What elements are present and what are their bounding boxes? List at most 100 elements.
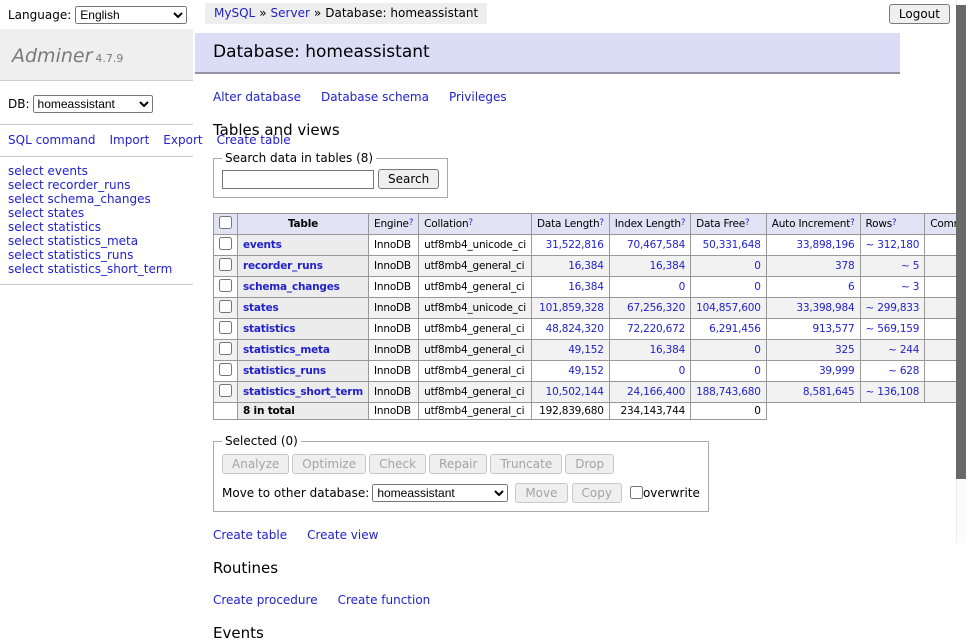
breadcrumb-separator: » xyxy=(259,6,266,20)
sidebar-select-statistics[interactable]: select statistics xyxy=(8,220,185,234)
link-create-view[interactable]: Create view xyxy=(307,528,378,542)
help-link[interactable]: ? xyxy=(599,218,603,228)
repair-button[interactable]: Repair xyxy=(429,454,487,474)
row-checkbox[interactable] xyxy=(219,279,232,292)
row-checkbox[interactable] xyxy=(219,300,232,313)
row-checkbox[interactable] xyxy=(219,363,232,376)
table-link-statistics_short_term[interactable]: statistics_short_term xyxy=(243,386,363,398)
table-name-cell: schema_changes xyxy=(238,277,369,298)
table-row: statesInnoDButf8mb4_unicode_ci101,859,32… xyxy=(214,298,966,319)
data-free-cell: 0 xyxy=(691,361,767,382)
scrollbar-thumb[interactable] xyxy=(956,5,966,479)
logout-button[interactable]: Logout xyxy=(889,4,950,24)
table-link-schema_changes[interactable]: schema_changes xyxy=(243,281,340,293)
link-database-schema[interactable]: Database schema xyxy=(321,90,429,104)
check-button[interactable]: Check xyxy=(369,454,426,474)
row-checkbox-cell xyxy=(214,277,238,298)
copy-button[interactable]: Copy xyxy=(572,483,622,503)
data-length-cell: 31,522,816 xyxy=(532,235,610,256)
rows-cell: ~ 299,833 xyxy=(860,298,925,319)
sidebar-select-schema_changes[interactable]: select schema_changes xyxy=(8,192,185,206)
collation-cell: utf8mb4_unicode_ci xyxy=(419,235,532,256)
total-empty-cell xyxy=(214,403,238,420)
optimize-button[interactable]: Optimize xyxy=(292,454,366,474)
overwrite-checkbox[interactable] xyxy=(630,486,643,499)
rows-cell: ~ 5 xyxy=(860,256,925,277)
sidebar-select-statistics_short_term[interactable]: select statistics_short_term xyxy=(8,262,185,276)
sidebar-select-statistics_runs[interactable]: select statistics_runs xyxy=(8,248,185,262)
row-checkbox[interactable] xyxy=(219,342,232,355)
auto-increment-cell: 33,898,196 xyxy=(766,235,860,256)
rows-cell: ~ 136,108 xyxy=(860,382,925,403)
sidebar-select-states[interactable]: select states xyxy=(8,206,185,220)
search-input[interactable] xyxy=(222,170,374,189)
link-alter-database[interactable]: Alter database xyxy=(213,90,301,104)
table-link-states[interactable]: states xyxy=(243,302,279,314)
link-create-table[interactable]: Create table xyxy=(213,528,287,542)
column-header-rows: Rows? xyxy=(860,214,925,235)
selected-fieldset: Selected (0) AnalyzeOptimizeCheckRepairT… xyxy=(213,434,709,512)
data-free-cell: 50,331,648 xyxy=(691,235,767,256)
search-button[interactable]: Search xyxy=(378,169,439,189)
scrollbar-track[interactable] xyxy=(956,0,966,543)
sidebar-action-import[interactable]: Import xyxy=(109,133,149,147)
total-engine-cell: InnoDB xyxy=(369,403,419,420)
table-row: schema_changesInnoDButf8mb4_general_ci16… xyxy=(214,277,966,298)
routines-heading: Routines xyxy=(213,559,900,577)
row-checkbox[interactable] xyxy=(219,384,232,397)
total-label-cell: 8 in total xyxy=(238,403,369,420)
rows-cell: ~ 628 xyxy=(860,361,925,382)
table-link-statistics[interactable]: statistics xyxy=(243,323,295,335)
link-privileges[interactable]: Privileges xyxy=(449,90,507,104)
data-free-cell: 6,291,456 xyxy=(691,319,767,340)
sidebar-select-statistics_meta[interactable]: select statistics_meta xyxy=(8,234,185,248)
analyze-button[interactable]: Analyze xyxy=(222,454,289,474)
page-title: Database: homeassistant xyxy=(195,33,900,74)
row-checkbox[interactable] xyxy=(219,237,232,250)
table-link-statistics_meta[interactable]: statistics_meta xyxy=(243,344,330,356)
select-all-checkbox[interactable] xyxy=(219,216,232,229)
rows-cell: ~ 569,159 xyxy=(860,319,925,340)
index-length-cell: 16,384 xyxy=(609,256,690,277)
table-link-recorder_runs[interactable]: recorder_runs xyxy=(243,260,323,272)
index-length-cell: 70,467,584 xyxy=(609,235,690,256)
total-index-length-cell: 234,143,744 xyxy=(609,403,690,420)
collation-cell: utf8mb4_unicode_ci xyxy=(419,298,532,319)
engine-cell: InnoDB xyxy=(369,277,419,298)
breadcrumb-link-mysql[interactable]: MySQL xyxy=(214,6,255,20)
row-checkbox-cell xyxy=(214,319,238,340)
link-create-function[interactable]: Create function xyxy=(338,593,431,607)
data-length-cell: 16,384 xyxy=(532,256,610,277)
data-length-cell: 101,859,328 xyxy=(532,298,610,319)
language-select[interactable]: English xyxy=(75,6,187,24)
db-select[interactable]: homeassistant xyxy=(33,95,153,113)
breadcrumb-link-server[interactable]: Server xyxy=(271,6,310,20)
help-link[interactable]: ? xyxy=(745,218,749,228)
selected-buttons: AnalyzeOptimizeCheckRepairTruncateDrop xyxy=(222,452,700,476)
row-checkbox[interactable] xyxy=(219,321,232,334)
table-name-cell: statistics_meta xyxy=(238,340,369,361)
help-link[interactable]: ? xyxy=(468,218,472,228)
help-link[interactable]: ? xyxy=(681,218,685,228)
data-length-cell: 48,824,320 xyxy=(532,319,610,340)
help-link[interactable]: ? xyxy=(850,218,854,228)
data-length-cell: 10,502,144 xyxy=(532,382,610,403)
rows-cell: ~ 3 xyxy=(860,277,925,298)
rows-cell: ~ 312,180 xyxy=(860,235,925,256)
help-link[interactable]: ? xyxy=(409,218,413,228)
link-create-procedure[interactable]: Create procedure xyxy=(213,593,318,607)
column-header-index-length: Index Length? xyxy=(609,214,690,235)
data-length-cell: 49,152 xyxy=(532,340,610,361)
move-button[interactable]: Move xyxy=(515,483,567,503)
truncate-button[interactable]: Truncate xyxy=(490,454,562,474)
table-link-statistics_runs[interactable]: statistics_runs xyxy=(243,365,326,377)
drop-button[interactable]: Drop xyxy=(565,454,614,474)
sidebar-action-sql-command[interactable]: SQL command xyxy=(8,133,95,147)
table-link-events[interactable]: events xyxy=(243,239,282,251)
row-checkbox-cell xyxy=(214,361,238,382)
row-checkbox[interactable] xyxy=(219,258,232,271)
sidebar-select-recorder_runs[interactable]: select recorder_runs xyxy=(8,178,185,192)
move-database-select[interactable]: homeassistant xyxy=(372,484,508,502)
sidebar-select-events[interactable]: select events xyxy=(8,164,185,178)
help-link[interactable]: ? xyxy=(892,218,896,228)
